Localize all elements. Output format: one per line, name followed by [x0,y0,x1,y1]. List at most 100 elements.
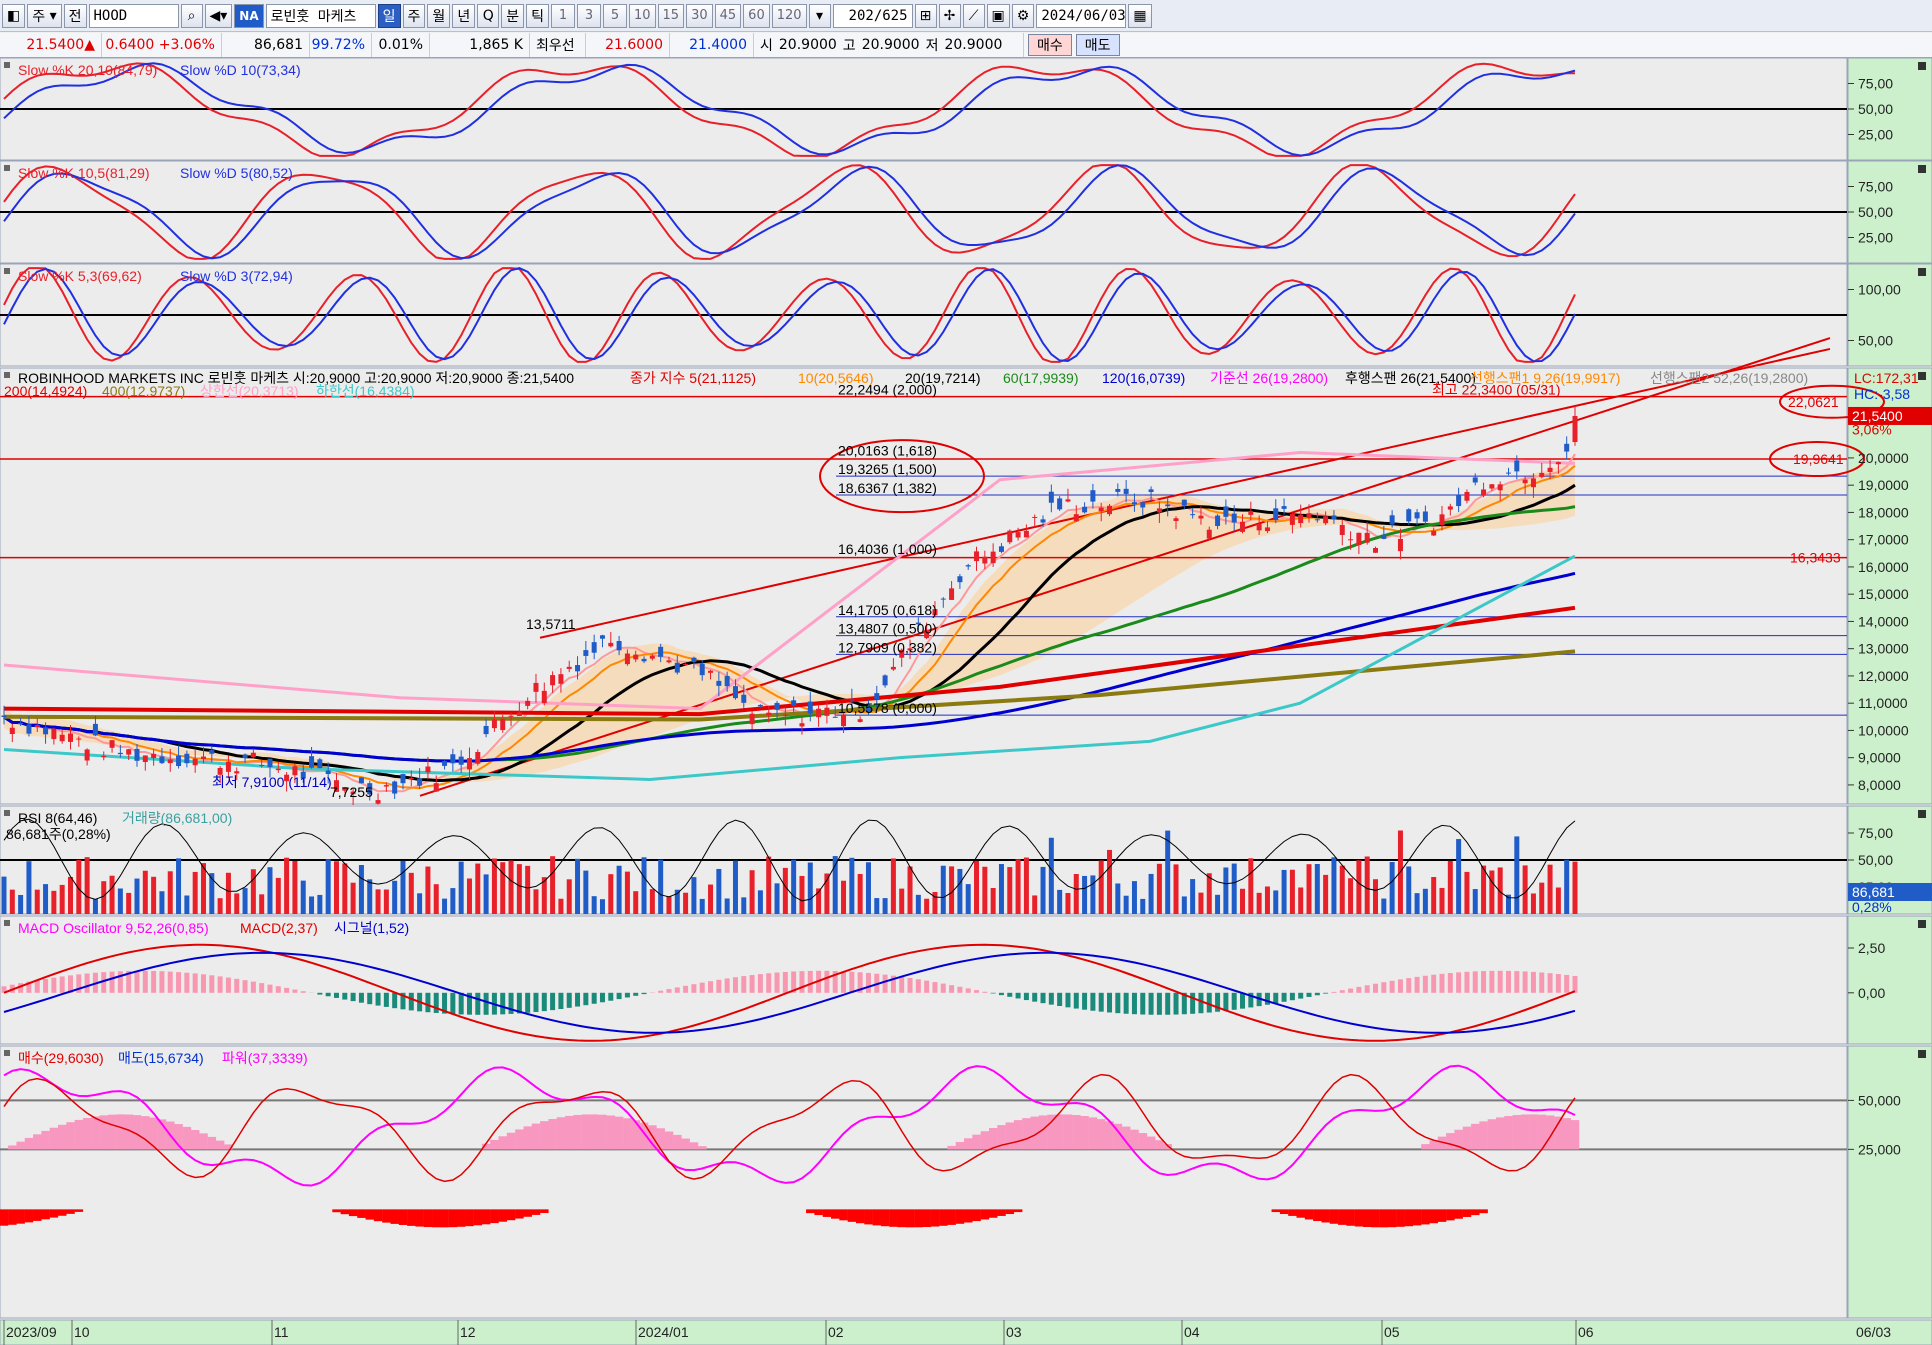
price-change: 0.6400 +3.06% [102,33,222,57]
candle-body [200,756,206,759]
stoch1-panel-close-icon [1918,62,1926,70]
tab-quarter[interactable]: Q [477,3,500,28]
symbol-input[interactable]: HOOD [88,3,179,28]
candle-body [1489,484,1495,489]
volume-bar [1481,865,1487,914]
line-tool-icon[interactable]: ⟋ [962,3,985,28]
macd-osc-bar [932,982,938,993]
power-buy-area [698,1146,707,1150]
count-field[interactable]: 202/625 [832,3,913,28]
volume-bar [807,862,813,914]
macd-osc-bar [1281,992,1287,1002]
candle-body [167,759,173,764]
candle-body [1148,489,1154,493]
tab-month[interactable]: 월 [427,3,451,28]
power-buy-area [199,1133,208,1150]
crosshair-icon[interactable]: ✢ [938,3,961,28]
volume-bar [192,871,198,914]
macd-osc-bar [225,977,231,993]
tab-year[interactable]: 년 [452,3,476,28]
sell-button[interactable]: 매도 [1075,34,1120,56]
tab-tick[interactable]: 틱 [526,3,549,28]
grid-icon[interactable]: ⊞ [914,3,937,28]
calendar-icon[interactable]: ▦ [1128,3,1152,28]
candle-body [724,676,730,687]
power-buy-area [1479,1121,1488,1150]
power-sell-area [1313,1209,1322,1222]
volume-bar [1530,893,1536,914]
power-sell-area [432,1209,441,1228]
macd-osc-bar [342,992,348,1000]
macd-osc-bar [974,990,980,993]
chart-area[interactable]: Slow %K 20,10(84,79) Slow %D 10(73,34) 75,… [0,58,1932,1345]
date-field[interactable]: 2024/06/03 [1036,3,1127,28]
volume-bar [649,889,655,914]
save-icon[interactable]: ▣ [986,3,1010,28]
candle-body [757,704,763,707]
price-tick-1: 19,0000 [1858,477,1909,493]
candle-body [433,783,439,792]
chart-settings-icon[interactable]: ◧ [2,3,26,28]
macd-osc-bar [1306,992,1312,997]
volume-bar [234,893,240,914]
volume-bar [1023,857,1029,914]
interval-5[interactable]: 5 [602,3,627,28]
volume-bar [1439,887,1445,914]
stoch1-tick-0: 75,00 [1858,76,1893,92]
macd-osc-bar [1173,992,1179,1015]
candle-body [18,723,24,725]
volume-bar [367,879,373,914]
candle-body [400,774,406,784]
fib-bot-label-0: 14,1705 (0,618) [838,602,937,618]
candle-body [566,666,572,669]
interval-60[interactable]: 60 [743,3,770,28]
interval-10[interactable]: 10 [628,3,656,28]
interval-15[interactable]: 15 [657,3,685,28]
volume-bar [641,857,647,914]
speaker-icon[interactable]: ◀▾ [204,3,233,28]
interval-45[interactable]: 45 [714,3,742,28]
volume-bar [1165,830,1171,914]
power-buy-area [573,1114,582,1150]
volume-bar [508,860,514,914]
high-value: 20.9000 [861,37,920,53]
x-tick-3: 12 [460,1324,476,1340]
tab-minute[interactable]: 분 [501,3,525,28]
period-code-select[interactable]: 주 ▾ [27,3,62,28]
buy-button[interactable]: 매수 [1028,34,1072,56]
interval-3[interactable]: 3 [576,3,601,28]
power-sell-area [357,1209,366,1218]
interval-120[interactable]: 120 [771,3,807,28]
macd-osc-bar [1414,976,1420,993]
tab-week[interactable]: 주 [402,3,426,28]
tab-day[interactable]: 일 [377,3,401,28]
volume-bar [525,865,531,914]
interval-1[interactable]: 1 [550,3,575,28]
volume-bar [1115,883,1121,914]
power-sell-area [1454,1209,1463,1219]
power-sell-area [1371,1209,1380,1228]
power-buy-area [91,1116,100,1150]
gear-icon[interactable]: ⚙ [1011,3,1035,28]
volume-bar [84,857,90,914]
volume-bar [1456,839,1462,914]
candle-body [408,777,414,779]
power-buy-area [673,1134,682,1150]
search-icon[interactable]: ⌕ [180,3,203,28]
candle-body [708,670,714,673]
macd-osc-bar [292,989,298,993]
power-buy-area [531,1123,541,1150]
macd-osc-bar [450,992,456,1015]
volume-bar [1464,871,1470,914]
candle-body [383,785,389,787]
candle-body [558,674,564,684]
candle-body [550,675,556,686]
stock-name-field[interactable]: 로빈훗 마케츠 [265,3,376,28]
volume: 86,681 [222,33,310,57]
interval-30[interactable]: 30 [686,3,713,28]
all-button[interactable]: 전 [63,3,87,28]
macd-osc-bar [350,992,356,1002]
macd-osc-bar [84,973,90,993]
interval-dropdown[interactable]: ▾ [808,3,831,28]
x-right-date: 06/03 [1856,1324,1891,1340]
